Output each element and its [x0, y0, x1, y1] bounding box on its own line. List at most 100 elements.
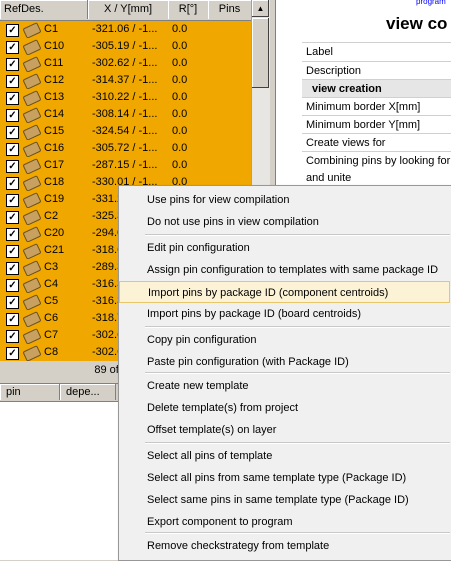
check-icon[interactable]: ✓ — [6, 92, 19, 105]
cell-xy: -308.14 / -1... — [92, 108, 158, 120]
menu-item-copy-pin-config[interactable]: Copy pin configuration — [119, 329, 450, 351]
component-icon — [22, 175, 42, 192]
table-header: RefDes. X / Y[mm] R[°] Pins — [0, 0, 252, 21]
menu-item-paste-pin-config[interactable]: Paste pin configuration (with Package ID… — [119, 351, 450, 373]
column-header-refdes[interactable]: RefDes. — [0, 0, 88, 19]
check-icon[interactable]: ✓ — [6, 160, 19, 173]
check-icon[interactable]: ✓ — [6, 177, 19, 190]
property-label[interactable]: Label — [302, 42, 451, 61]
table-row[interactable]: ✓ C1 -321.06 / -1... 0.0 — [0, 21, 251, 39]
component-icon — [22, 22, 42, 39]
program-link[interactable]: program — [416, 0, 446, 6]
arrow-up-icon[interactable]: ▲ — [252, 0, 269, 17]
menu-separator — [145, 234, 450, 236]
cell-rotation: 0.0 — [172, 159, 188, 171]
check-icon[interactable]: ✓ — [6, 41, 19, 54]
menu-item-delete-templates[interactable]: Delete template(s) from project — [119, 397, 450, 419]
cell-xy: -287.15 / -1... — [92, 159, 158, 171]
component-icon — [22, 294, 42, 311]
view-compilation-panel: program view co Label Description view c… — [275, 0, 451, 190]
check-icon[interactable]: ✓ — [6, 24, 19, 37]
cell-refdes: C19 — [44, 193, 65, 205]
property-create-views-for[interactable]: Create views for — [302, 133, 451, 152]
table-row[interactable]: ✓ C17 -287.15 / -1... 0.0 — [0, 157, 251, 175]
menu-item-import-pins-board-centroids[interactable]: Import pins by package ID (board centroi… — [119, 303, 450, 325]
table-row[interactable]: ✓ C16 -305.72 / -1... 0.0 — [0, 140, 251, 158]
menu-item-select-all-pins-same-type[interactable]: Select all pins from same template type … — [119, 467, 450, 489]
check-icon[interactable]: ✓ — [6, 330, 19, 343]
check-icon[interactable]: ✓ — [6, 262, 19, 275]
menu-item-edit-pin-config[interactable]: Edit pin configuration — [119, 237, 450, 259]
property-min-border-x[interactable]: Minimum border X[mm] — [302, 97, 451, 116]
check-icon[interactable]: ✓ — [6, 126, 19, 139]
cell-refdes: C1 — [44, 23, 59, 35]
check-icon[interactable]: ✓ — [6, 211, 19, 224]
cell-refdes: C11 — [44, 57, 64, 69]
component-icon — [22, 107, 42, 124]
cell-xy: -310.22 / -1... — [92, 91, 158, 103]
check-icon[interactable]: ✓ — [6, 245, 19, 258]
property-description[interactable]: Description — [302, 61, 451, 80]
component-icon — [22, 73, 42, 90]
cell-refdes: C14 — [44, 108, 65, 120]
table-row[interactable]: ✓ C10 -305.19 / -1... 0.0 — [0, 38, 251, 56]
table-row[interactable]: ✓ C11 -302.62 / -1... 0.0 — [0, 55, 251, 73]
check-icon[interactable]: ✓ — [6, 296, 19, 309]
component-icon — [22, 192, 42, 209]
menu-item-do-not-use-pins[interactable]: Do not use pins in view compilation — [119, 211, 450, 233]
menu-item-select-same-pins-same-type[interactable]: Select same pins in same template type (… — [119, 489, 450, 511]
component-icon — [22, 39, 42, 56]
cell-xy: -321.06 / -1... — [92, 23, 158, 35]
table-row[interactable]: ✓ C14 -308.14 / -1... 0.0 — [0, 106, 251, 124]
cell-refdes: C2 — [44, 210, 59, 222]
cell-refdes: C16 — [44, 142, 65, 154]
check-icon[interactable]: ✓ — [6, 313, 19, 326]
table-row[interactable]: ✓ C13 -310.22 / -1... 0.0 — [0, 89, 251, 107]
cell-refdes: C6 — [44, 312, 59, 324]
menu-item-select-all-pins[interactable]: Select all pins of template — [119, 445, 450, 467]
check-icon[interactable]: ✓ — [6, 279, 19, 292]
cell-rotation: 0.0 — [172, 142, 188, 154]
menu-item-use-pins[interactable]: Use pins for view compilation — [119, 189, 450, 211]
component-icon — [22, 277, 42, 294]
check-icon[interactable]: ✓ — [6, 228, 19, 241]
menu-item-create-new-template[interactable]: Create new template — [119, 375, 450, 397]
menu-item-assign-pin-config[interactable]: Assign pin configuration to templates wi… — [119, 259, 450, 281]
component-icon — [22, 90, 42, 107]
table-row[interactable]: ✓ C12 -314.37 / -1... 0.0 — [0, 72, 251, 90]
property-combining-pins[interactable]: Combining pins by looking for — [302, 151, 451, 170]
cell-xy: -305.19 / -1... — [92, 40, 158, 52]
cell-refdes: C10 — [44, 40, 65, 52]
cell-rotation: 0.0 — [172, 108, 188, 120]
column-header-xy[interactable]: X / Y[mm] — [88, 0, 169, 19]
cell-rotation: 0.0 — [172, 91, 188, 103]
check-icon[interactable]: ✓ — [6, 143, 19, 156]
cell-xy: -314.37 / -1... — [92, 74, 158, 86]
check-icon[interactable]: ✓ — [6, 194, 19, 207]
cell-xy: -302.62 / -1... — [92, 57, 158, 69]
column-header-pins[interactable]: Pins — [208, 0, 252, 19]
check-icon[interactable]: ✓ — [6, 347, 19, 360]
component-icon — [22, 158, 42, 175]
section-view-creation: view creation — [302, 79, 451, 98]
column-header-rotation[interactable]: R[°] — [168, 0, 209, 19]
cell-refdes: C3 — [44, 261, 59, 273]
cell-rotation: 0.0 — [172, 23, 188, 35]
check-icon[interactable]: ✓ — [6, 58, 19, 71]
check-icon[interactable]: ✓ — [6, 109, 19, 122]
menu-item-remove-checkstrategy[interactable]: Remove checkstrategy from template — [119, 535, 450, 557]
menu-item-import-pins-component-centroids[interactable]: Import pins by package ID (component cen… — [119, 281, 450, 303]
table-row[interactable]: ✓ C15 -324.54 / -1... 0.0 — [0, 123, 251, 141]
scroll-thumb[interactable] — [252, 18, 269, 88]
menu-separator — [145, 326, 450, 328]
property-min-border-y[interactable]: Minimum border Y[mm] — [302, 115, 451, 134]
cell-refdes: C7 — [44, 329, 59, 341]
menu-item-export-component[interactable]: Export component to program — [119, 511, 450, 533]
cell-xy: -305.72 / -1... — [92, 142, 158, 154]
check-icon[interactable]: ✓ — [6, 75, 19, 88]
column-header-dependency[interactable]: depe... — [60, 384, 116, 400]
column-header-pin[interactable]: pin — [0, 384, 60, 400]
menu-item-offset-templates[interactable]: Offset template(s) on layer — [119, 419, 450, 441]
component-icon — [22, 56, 42, 73]
cell-refdes: C18 — [44, 176, 65, 188]
